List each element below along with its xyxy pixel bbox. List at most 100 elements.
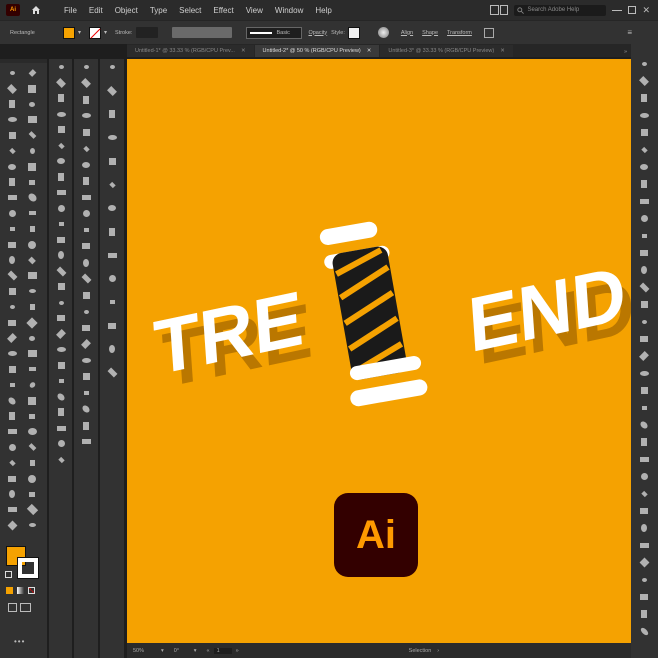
panel-icon[interactable] <box>638 522 650 534</box>
panel-icon[interactable] <box>55 344 67 356</box>
tool-icon[interactable] <box>26 410 38 422</box>
tool-icon[interactable] <box>26 504 38 516</box>
panel-icon[interactable] <box>80 94 92 106</box>
panel-icon[interactable] <box>80 224 92 236</box>
panel-icon[interactable] <box>638 127 650 139</box>
opacity-label[interactable]: Opacity <box>308 30 327 36</box>
tool-icon[interactable] <box>6 67 18 79</box>
close-icon[interactable]: ✕ <box>500 48 505 54</box>
panel-icon[interactable] <box>638 488 650 500</box>
tool-icon[interactable] <box>26 332 38 344</box>
panel-icon[interactable] <box>55 108 67 120</box>
panel-icon[interactable] <box>55 422 67 434</box>
tool-icon[interactable] <box>26 254 38 266</box>
menu-help[interactable]: Help <box>315 6 331 15</box>
menu-type[interactable]: Type <box>150 6 167 15</box>
tool-icon[interactable] <box>6 473 18 485</box>
panel-icon[interactable] <box>55 312 67 324</box>
panel-icon[interactable] <box>55 281 67 293</box>
shape-label[interactable]: Shape <box>422 30 438 36</box>
tool-icon[interactable] <box>6 317 18 329</box>
tab-untitled-1[interactable]: Untitled-1* @ 33.33 % (RGB/CPU Prev... ✕ <box>127 45 254 57</box>
panel-icon[interactable] <box>80 191 92 203</box>
panel-icon[interactable] <box>80 338 92 350</box>
panel-icon[interactable] <box>106 108 118 120</box>
control-menu-icon[interactable]: ≡ <box>627 28 632 37</box>
search-input[interactable]: Search Adobe Help <box>514 4 607 16</box>
tool-icon[interactable] <box>6 270 18 282</box>
panel-icon[interactable] <box>80 257 92 269</box>
align-label[interactable]: Align <box>401 30 413 36</box>
panel-icon[interactable] <box>106 85 118 97</box>
panel-icon[interactable] <box>638 591 650 603</box>
panel-icon[interactable] <box>638 230 650 242</box>
panel-icon[interactable] <box>80 273 92 285</box>
tool-icon[interactable] <box>6 114 18 126</box>
tool-icon[interactable] <box>6 98 18 110</box>
tool-icon[interactable] <box>26 176 38 188</box>
panel-icon[interactable] <box>55 234 67 246</box>
panel-icon[interactable] <box>106 273 118 285</box>
panel-icon[interactable] <box>55 454 67 466</box>
tool-icon[interactable] <box>26 270 38 282</box>
panel-icon[interactable] <box>55 265 67 277</box>
tool-icon[interactable] <box>26 192 38 204</box>
artboard-prev-icon[interactable]: « <box>207 648 210 654</box>
menu-edit[interactable]: Edit <box>89 6 103 15</box>
default-colors-icon[interactable] <box>5 571 12 578</box>
screen-mode-icon[interactable] <box>20 603 31 612</box>
panel-icon[interactable] <box>638 316 650 328</box>
panel-icon[interactable] <box>638 144 650 156</box>
panel-icon[interactable] <box>80 306 92 318</box>
panel-icon[interactable] <box>80 175 92 187</box>
tool-icon[interactable] <box>6 207 18 219</box>
tab-untitled-3[interactable]: Untitled-3* @ 33.33 % (RGB/CPU Preview) ✕ <box>380 45 513 57</box>
panel-icon[interactable] <box>106 367 118 379</box>
panel-icon[interactable] <box>55 155 67 167</box>
panel-icon[interactable] <box>638 540 650 552</box>
artboard[interactable]: TRE TRE END END Ai <box>127 59 631 643</box>
tool-icon[interactable] <box>6 395 18 407</box>
tool-icon[interactable] <box>6 301 18 313</box>
panel-icon[interactable] <box>106 61 118 73</box>
recolor-icon[interactable] <box>377 27 389 38</box>
stroke-swatch[interactable] <box>89 26 102 39</box>
home-icon[interactable] <box>30 4 42 16</box>
panel-icon[interactable] <box>638 110 650 122</box>
panel-icon[interactable] <box>638 608 650 620</box>
arrange-documents-icon[interactable] <box>490 5 509 15</box>
brush-field[interactable]: Basic <box>246 26 303 39</box>
tool-icon[interactable] <box>6 176 18 188</box>
chevron-down-icon[interactable]: ▾ <box>161 648 164 654</box>
tool-icon[interactable] <box>26 457 38 469</box>
panel-icon[interactable] <box>638 333 650 345</box>
panel-icon[interactable] <box>55 328 67 340</box>
tool-icon[interactable] <box>26 114 38 126</box>
menu-select[interactable]: Select <box>179 6 201 15</box>
panel-icon[interactable] <box>638 196 650 208</box>
tool-icon[interactable] <box>6 410 18 422</box>
tool-icon[interactable] <box>6 129 18 141</box>
tool-icon[interactable] <box>26 519 38 531</box>
tool-icon[interactable] <box>6 441 18 453</box>
panel-icon[interactable] <box>106 296 118 308</box>
panel-icon[interactable] <box>106 155 118 167</box>
tool-icon[interactable] <box>26 488 38 500</box>
panel-icon[interactable] <box>638 368 650 380</box>
panel-icon[interactable] <box>638 161 650 173</box>
tool-icon[interactable] <box>26 129 38 141</box>
panel-icon[interactable] <box>638 92 650 104</box>
panel-icon[interactable] <box>638 350 650 362</box>
tool-icon[interactable] <box>6 145 18 157</box>
panel-icon[interactable] <box>106 226 118 238</box>
tool-icon[interactable] <box>6 457 18 469</box>
tool-icon[interactable] <box>26 98 38 110</box>
tool-icon[interactable] <box>6 363 18 375</box>
tool-icon[interactable] <box>6 519 18 531</box>
tabs-overflow-icon[interactable]: » <box>624 49 627 55</box>
panel-icon[interactable] <box>80 126 92 138</box>
panel-icon[interactable] <box>55 391 67 403</box>
panel-icon[interactable] <box>638 557 650 569</box>
isolate-icon[interactable] <box>483 27 494 38</box>
panel-icon[interactable] <box>638 471 650 483</box>
